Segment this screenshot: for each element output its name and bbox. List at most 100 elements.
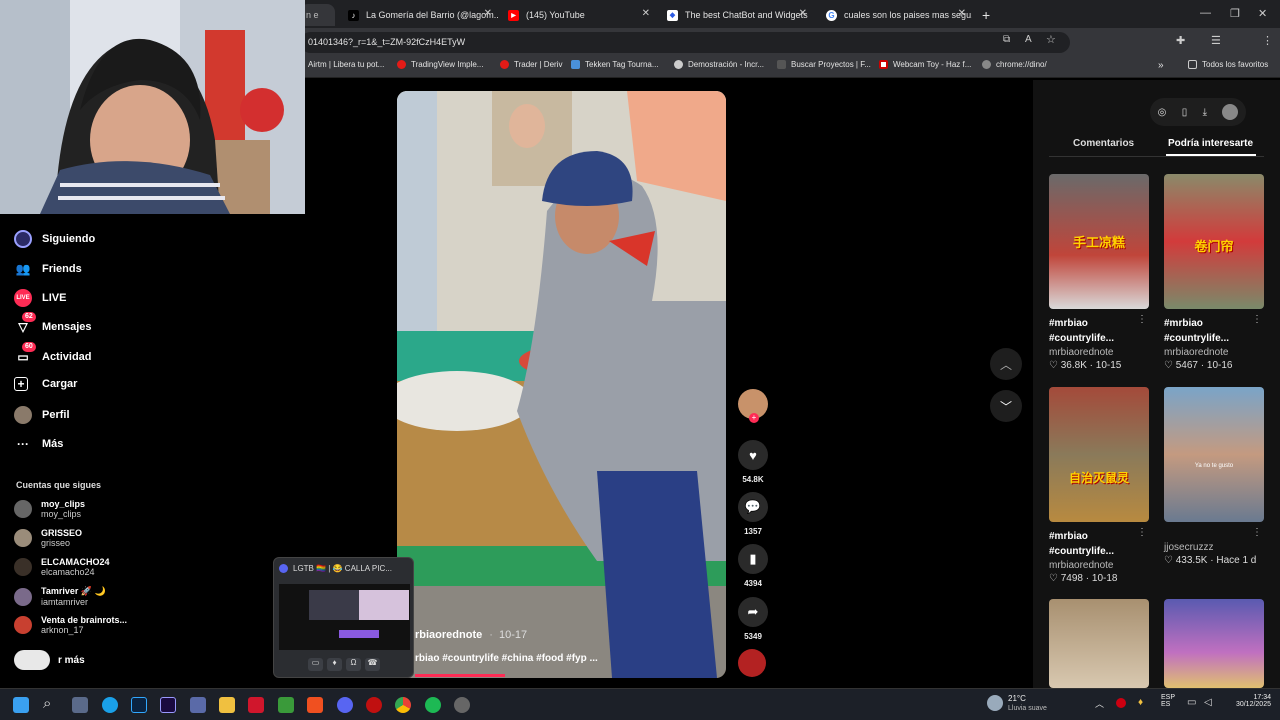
app-icon[interactable] [454, 697, 470, 713]
phone-device-icon[interactable]: ▯ [1182, 107, 1188, 118]
tray-icon[interactable] [1116, 698, 1126, 708]
video-thumbnail[interactable] [1049, 599, 1149, 688]
search-icon[interactable]: ⌕ [43, 695, 51, 712]
followed-account[interactable]: ELCAMACHO24 elcamacho24 [14, 557, 110, 577]
tab-recommended[interactable]: Podría interesarte [1168, 138, 1253, 149]
video-thumbnail[interactable]: 自治灭鼠灵 [1049, 387, 1149, 522]
discord-icon[interactable] [337, 697, 353, 713]
bookmark-item[interactable]: Demostración - Incr... [674, 60, 764, 69]
tab-active[interactable]: n e [300, 4, 335, 26]
comment-button[interactable]: 💬 1357 [738, 492, 768, 536]
video-thumbnail[interactable]: Ya no te gusto [1164, 387, 1264, 522]
opera-icon[interactable] [366, 697, 382, 713]
discord-preview-popup[interactable]: LGTB 🏳️‍🌈 | 😂 CALLA PIC... ▭ ♦ Ω ☎ [273, 557, 414, 678]
brave-icon[interactable] [307, 697, 323, 713]
folder-icon[interactable] [219, 697, 235, 713]
close-icon[interactable]: ✕ [484, 8, 492, 19]
app-icon[interactable] [248, 697, 264, 713]
user-avatar[interactable] [1222, 104, 1239, 120]
recommended-video-card[interactable] [1049, 599, 1149, 688]
app-icon[interactable] [72, 697, 88, 713]
minimize-icon[interactable]: — [1200, 7, 1211, 19]
tab-google[interactable]: G cuales son los paises mas segu... ✕ [820, 4, 972, 26]
share-button[interactable]: ➦ 5349 [738, 597, 768, 641]
sidebar-item-live[interactable]: LIVE LIVE [14, 289, 66, 307]
chrome-icon[interactable] [395, 697, 411, 713]
card-author[interactable]: jjosecruzzz [1164, 542, 1264, 553]
chevron-up-icon[interactable]: ︿ [1095, 697, 1104, 710]
all-bookmarks-button[interactable]: Todos los favoritos [1188, 60, 1268, 69]
like-button[interactable]: ♥ 54.8K [738, 440, 768, 484]
star-icon[interactable]: ☆ [1046, 33, 1056, 46]
bookmark-item[interactable]: Tekken Tag Tourna... [571, 60, 659, 69]
recommended-video-card[interactable]: 卷门帘 ⋮ #mrbiao #countrylife... mrbiaoredn… [1164, 174, 1264, 371]
save-button[interactable]: ▮ 4394 [738, 544, 768, 588]
restore-icon[interactable]: ❐ [1230, 7, 1240, 20]
more-options-icon[interactable]: ⋮ [1137, 314, 1147, 325]
bookmark-item[interactable]: Airtm | Libera tu pot... [308, 60, 384, 69]
puzzle-icon[interactable]: ✚ [1176, 34, 1185, 47]
video-thumbnail[interactable] [1164, 599, 1264, 688]
video-thumbnail[interactable]: 手工凉糕 [1049, 174, 1149, 309]
recommended-video-card[interactable]: Ya no te gusto ⋮ jjosecruzzz ♡ 433.5K · … [1164, 387, 1264, 566]
card-author[interactable]: mrbiaorednote [1049, 347, 1149, 358]
new-tab-button[interactable]: + [978, 4, 998, 26]
recommended-video-card[interactable] [1164, 599, 1264, 688]
sidebar-item-activity[interactable]: ▭ 60 Actividad [14, 342, 92, 366]
more-options-icon[interactable]: ⋮ [1252, 314, 1262, 325]
window-close-icon[interactable]: ✕ [1258, 7, 1267, 20]
close-icon[interactable]: ✕ [958, 8, 966, 19]
microphone-icon[interactable]: ♦ [327, 658, 342, 671]
followed-account[interactable]: GRISSEO grisseo [14, 528, 82, 548]
bookmark-item[interactable]: Webcam Toy - Haz f... [879, 60, 971, 69]
close-icon[interactable]: ✕ [642, 8, 650, 19]
video-progress-bar[interactable] [415, 674, 505, 677]
more-options-icon[interactable]: ⋮ [1137, 527, 1147, 538]
tab-tiktok[interactable]: ♪ La Gomería del Barrio (@lagom... ✕ [342, 4, 498, 26]
tray-icon[interactable]: ♦ [1138, 697, 1143, 708]
volume-icon[interactable]: ◁ [1204, 697, 1212, 708]
previous-video-button[interactable]: ︿ [990, 348, 1022, 380]
weather-temp[interactable]: 21°C [1008, 694, 1026, 703]
author-avatar-button[interactable]: + [738, 389, 768, 423]
music-disc-button[interactable] [738, 649, 768, 677]
more-options-icon[interactable]: ⋮ [1252, 527, 1262, 538]
sidebar-item-more[interactable]: ··· Más [14, 435, 63, 453]
sidebar-item-friends[interactable]: 👥 Friends [14, 260, 82, 278]
followed-account[interactable]: Venta de brainrots... arknon_17 [14, 615, 127, 635]
card-author[interactable]: mrbiaorednote [1049, 560, 1149, 571]
bookmarks-overflow-button[interactable]: » [1158, 60, 1164, 71]
premiere-icon[interactable] [160, 697, 176, 713]
video-caption[interactable]: rbiao #countrylife #china #food #fyp ... [415, 653, 598, 664]
url-field[interactable]: 01401346?_r=1&_t=ZM-92fCzH4ETyW [300, 32, 1070, 53]
card-author[interactable]: mrbiaorednote [1164, 347, 1264, 358]
translate-icon[interactable]: A [1025, 34, 1032, 45]
download-icon[interactable]: ⤓ [1203, 107, 1207, 118]
tab-comments[interactable]: Comentarios [1073, 138, 1134, 149]
video-thumbnail[interactable]: 卷门帘 [1164, 174, 1264, 309]
cast-icon[interactable]: ⧉ [1003, 34, 1010, 45]
reading-list-icon[interactable]: ☰ [1211, 34, 1221, 47]
bookmark-item[interactable]: chrome://dino/ [982, 60, 1047, 69]
recommended-video-card[interactable]: 自治灭鼠灵 ⋮ #mrbiao #countrylife... mrbiaore… [1049, 387, 1149, 584]
language-indicator[interactable]: ESP ES [1161, 694, 1175, 708]
weather-icon[interactable] [987, 695, 1003, 711]
camera-icon[interactable]: ▭ [308, 658, 323, 671]
clock[interactable]: 17:34 30/12/2025 [1227, 694, 1271, 708]
sidebar-item-messages[interactable]: ▽ 62 Mensajes [14, 312, 92, 336]
recommended-video-card[interactable]: 手工凉糕 ⋮ #mrbiao #countrylife... mrbiaored… [1049, 174, 1149, 371]
video-player[interactable]: rbiaorednote · 10-17 rbiao #countrylife … [397, 91, 726, 678]
next-video-button[interactable]: ﹀ [990, 390, 1022, 422]
sidebar-item-profile[interactable]: Perfil [14, 406, 70, 424]
followed-account[interactable]: moy_clips moy_clips [14, 499, 85, 519]
see-more-link[interactable]: r más [14, 650, 85, 670]
windows-start-icon[interactable] [13, 697, 29, 713]
phone-icon[interactable]: ☎ [365, 658, 380, 671]
network-icon[interactable]: ▭ [1187, 697, 1196, 708]
headphones-icon[interactable]: Ω [346, 658, 361, 671]
video-author-line[interactable]: rbiaorednote · 10-17 [415, 629, 527, 641]
minecraft-icon[interactable] [278, 697, 294, 713]
followed-account[interactable]: Tamriver 🚀 🌙 iamtamriver [14, 586, 106, 607]
video-author[interactable]: rbiaorednote [415, 629, 482, 641]
sidebar-item-following[interactable]: Siguiendo [14, 230, 95, 248]
